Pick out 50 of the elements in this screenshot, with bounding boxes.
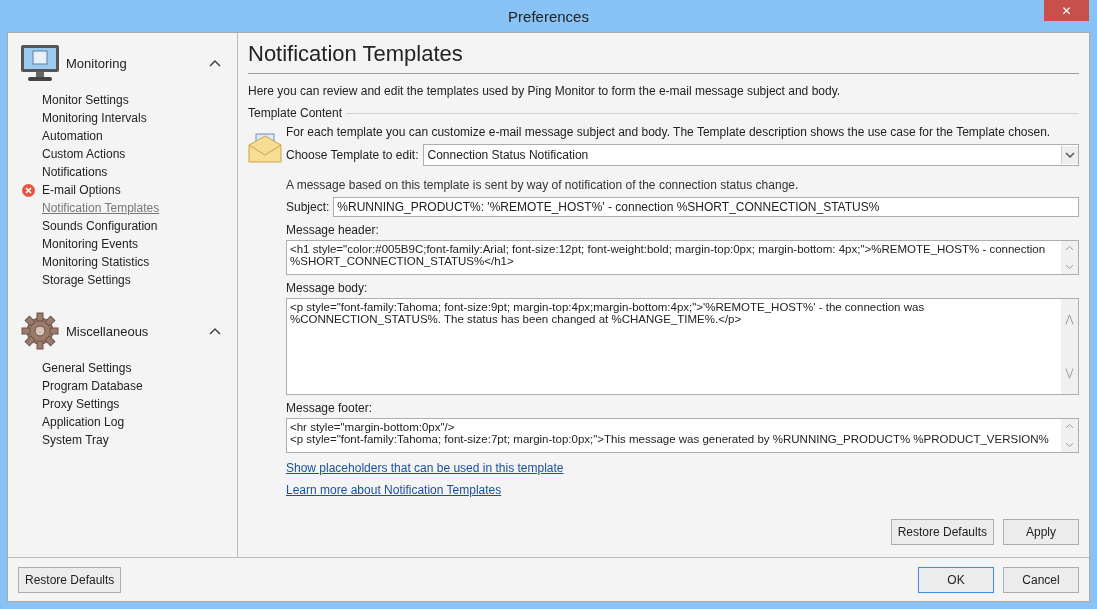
sidebar-item[interactable]: General Settings (42, 361, 132, 375)
sidebar-item[interactable]: Program Database (42, 379, 143, 393)
restore-defaults-button[interactable]: Restore Defaults (18, 566, 122, 593)
close-button[interactable]: ✕ (1044, 0, 1089, 21)
section-title: Template Content (248, 106, 343, 120)
page-button[interactable]: Apply (1003, 519, 1079, 545)
help-link[interactable]: Learn more about Notification Templates (286, 483, 502, 497)
sidebar-item[interactable]: Sounds Configuration (42, 219, 158, 233)
template-text-field[interactable]: <h1 style="color:#005B9C;font-family:Arial; font-size:12pt; font-weight:bold; margin-top:0px; margin-bottom: 4px;">%REMOTE_HOST% - connection %SHORT_CONNECTION_STATUS%</h1> (286, 240, 1079, 275)
sidebar-item[interactable]: Monitoring Intervals (42, 111, 147, 125)
collapse-caret-icon[interactable] (209, 327, 221, 335)
sidebar-item[interactable]: Notifications (42, 165, 108, 179)
field-label: Message header: (286, 223, 380, 237)
window-title: Preferences (508, 7, 589, 25)
sidebar-item[interactable]: Application Log (42, 415, 125, 429)
ok-button[interactable]: OK (918, 566, 994, 593)
field-label: Message body: (286, 281, 369, 295)
sidebar-item[interactable]: Custom Actions (42, 147, 126, 161)
scrollbar[interactable] (1061, 299, 1078, 394)
template-dropdown[interactable]: Connection Status Notification (422, 144, 1079, 166)
subject-field[interactable]: %RUNNING_PRODUCT%: '%REMOTE_HOST%' - connection %SHORT_CONNECTION_STATUS% (333, 197, 1079, 217)
template-text-field[interactable]: <p style="font-family:Tahoma; font-size:9pt; margin-top:4px;margin-bottom:4px;">'%REMOTE_HOST%' - the connection was %CONNECTION_STATUS%. The status has been changed at %CHANGE_TIME%.</p> (286, 298, 1079, 395)
sidebar-item[interactable]: Monitoring Statistics (42, 255, 150, 269)
page-button[interactable]: Restore Defaults (890, 519, 994, 545)
group-title[interactable]: Monitoring (66, 55, 209, 71)
envelope-icon (248, 133, 282, 163)
sidebar-item[interactable]: Storage Settings (42, 273, 131, 287)
sidebar-item[interactable]: Notification Templates (42, 201, 160, 215)
monitor-icon (20, 44, 60, 82)
sidebar-item[interactable]: Automation (42, 129, 103, 143)
sidebar-item[interactable]: Proxy Settings (42, 397, 120, 411)
help-link[interactable]: Show placeholders that can be used in this template (286, 461, 564, 475)
subject-label: Subject: (286, 200, 330, 214)
sidebar-item[interactable]: E-mail Options (42, 183, 121, 197)
sidebar-item[interactable]: Monitor Settings (42, 93, 129, 107)
page-title: Notification Templates (248, 41, 1079, 74)
gear-icon (20, 312, 60, 350)
sidebar-item[interactable]: Monitoring Events (42, 237, 139, 251)
template-text-field[interactable]: <hr style="margin-bottom:0px"/> <p style="font-family:Tahoma; font-size:7pt; margin-top:0px;">This message was generated by %RUNNING_PRODUCT% %PRODUCT_VERSION% (286, 418, 1079, 453)
intro-text: Here you can review and edit the templates used by Ping Monitor to form the e-mail message subject and body. (248, 84, 842, 98)
choose-template-label: Choose Template to edit: (286, 148, 419, 162)
cancel-button[interactable]: Cancel (1003, 566, 1079, 593)
template-description: A message based on this template is sent by way of notification of the connection status change. (286, 178, 800, 192)
section-description: For each template you can customize e-mail message subject and body. The Template description shows the use case for the Template chosen. (286, 125, 1052, 139)
collapse-caret-icon[interactable] (209, 59, 221, 67)
group-title[interactable]: Miscellaneous (66, 323, 209, 339)
scrollbar[interactable] (1061, 419, 1078, 452)
field-label: Message footer: (286, 401, 374, 415)
scrollbar[interactable] (1061, 241, 1078, 274)
sidebar-item[interactable]: System Tray (42, 433, 109, 447)
